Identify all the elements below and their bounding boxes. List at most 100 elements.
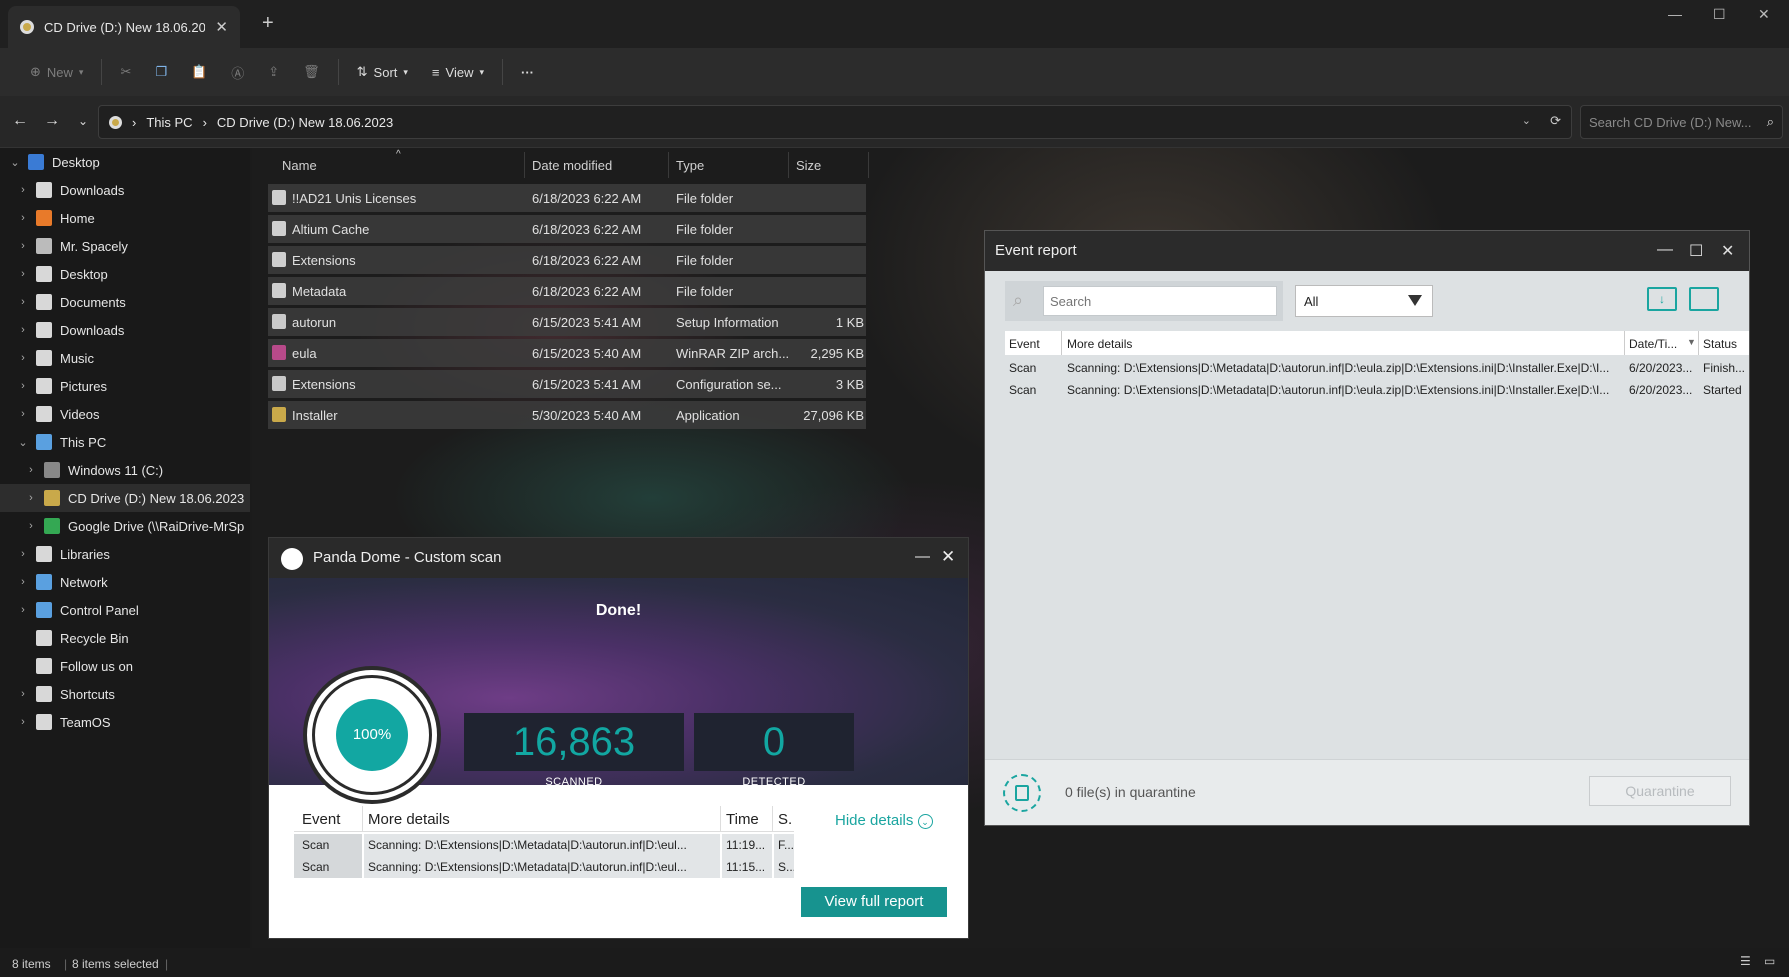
- new-button[interactable]: ⊕ New ▾: [18, 55, 95, 89]
- sidebar-item[interactable]: › Documents: [0, 288, 250, 316]
- column-divider[interactable]: [788, 152, 789, 178]
- col-time[interactable]: Time: [726, 811, 759, 828]
- column-type[interactable]: Type: [676, 158, 704, 173]
- expand-chevron-icon[interactable]: ›: [24, 492, 38, 504]
- expand-chevron-icon[interactable]: ›: [16, 380, 30, 392]
- col-date-time[interactable]: Date/Ti...: [1629, 337, 1677, 351]
- expand-chevron-icon[interactable]: ›: [16, 184, 30, 196]
- column-divider[interactable]: [668, 152, 669, 178]
- file-row[interactable]: Installer 5/30/2023 5:40 AM Application 27,…: [268, 401, 866, 429]
- file-row[interactable]: Metadata 6/18/2023 6:22 AM File folder: [268, 277, 866, 305]
- sidebar-item[interactable]: › Home: [0, 204, 250, 232]
- quarantine-button[interactable]: Quarantine: [1589, 776, 1731, 806]
- expand-chevron-icon[interactable]: ›: [16, 688, 30, 700]
- sidebar-item[interactable]: › Google Drive (\\RaiDrive-MrSp: [0, 512, 250, 540]
- print-icon[interactable]: [1689, 287, 1719, 311]
- expand-chevron-icon[interactable]: ›: [24, 464, 38, 476]
- event-filter-select[interactable]: All: [1295, 285, 1433, 317]
- column-divider[interactable]: [524, 152, 525, 178]
- col-event[interactable]: Event: [1009, 337, 1040, 351]
- expand-chevron-icon[interactable]: ›: [16, 576, 30, 588]
- more-options-button[interactable]: ···: [509, 55, 546, 89]
- address-bar[interactable]: › This PC › CD Drive (D:) New 18.06.2023…: [98, 105, 1572, 139]
- column-date-modified[interactable]: Date modified: [532, 158, 612, 173]
- forward-arrow-icon[interactable]: →: [44, 112, 60, 130]
- close-window-icon[interactable]: ✕: [1758, 6, 1770, 23]
- file-row[interactable]: !!AD21 Unis Licenses 6/18/2023 6:22 AM Fil…: [268, 184, 866, 212]
- copy-button[interactable]: ❐: [143, 55, 179, 89]
- expand-chevron-icon[interactable]: ›: [16, 240, 30, 252]
- maximize-icon[interactable]: ☐: [1713, 6, 1726, 23]
- address-dropdown-icon[interactable]: ⌄: [1522, 114, 1531, 127]
- expand-chevron-icon[interactable]: ›: [16, 548, 30, 560]
- col-more-details[interactable]: More details: [1067, 337, 1132, 351]
- recent-chevron-icon[interactable]: ⌄: [78, 114, 88, 128]
- delete-button[interactable]: 🗑: [291, 55, 332, 89]
- col-status[interactable]: S.: [778, 811, 792, 828]
- file-row[interactable]: Extensions 6/15/2023 5:41 AM Configuration…: [268, 370, 866, 398]
- close-tab-icon[interactable]: ✕: [215, 18, 228, 36]
- sidebar-item[interactable]: › Pictures: [0, 372, 250, 400]
- share-button[interactable]: ⇪: [256, 55, 291, 89]
- details-view-icon[interactable]: ☰: [1740, 954, 1751, 968]
- sidebar-item[interactable]: › CD Drive (D:) New 18.06.2023: [0, 484, 250, 512]
- sidebar-item[interactable]: › Windows 11 (C:): [0, 456, 250, 484]
- event-search-input[interactable]: [1043, 286, 1277, 316]
- expand-chevron-icon[interactable]: ›: [16, 408, 30, 420]
- sort-button[interactable]: ⇅ Sort ▾: [345, 55, 420, 89]
- sidebar-item[interactable]: › Videos: [0, 400, 250, 428]
- panda-event-row[interactable]: Scan Scanning: D:\Extensions|D:\Metadata|…: [294, 856, 794, 878]
- col-event[interactable]: Event: [302, 811, 340, 828]
- expand-chevron-icon[interactable]: ›: [16, 268, 30, 280]
- sidebar-item[interactable]: › Downloads: [0, 316, 250, 344]
- sidebar-item[interactable]: › TeamOS: [0, 708, 250, 736]
- view-full-report-button[interactable]: View full report: [801, 887, 947, 917]
- sidebar-item[interactable]: › Music: [0, 344, 250, 372]
- paste-button[interactable]: 📋: [179, 55, 219, 89]
- sidebar-item[interactable]: › Control Panel: [0, 596, 250, 624]
- close-icon[interactable]: ✕: [1721, 241, 1734, 261]
- sidebar-item[interactable]: ⌄ This PC: [0, 428, 250, 456]
- event-row[interactable]: Scan Scanning: D:\Extensions|D:\Metadata|…: [1005, 357, 1749, 379]
- column-size[interactable]: Size: [796, 158, 821, 173]
- col-more-details[interactable]: More details: [368, 811, 450, 828]
- expand-chevron-icon[interactable]: ›: [16, 352, 30, 364]
- file-row[interactable]: autorun 6/15/2023 5:41 AM Setup Informatio…: [268, 308, 866, 336]
- rename-button[interactable]: Ⓐ: [219, 55, 256, 89]
- breadcrumb-this-pc[interactable]: This PC: [146, 115, 192, 130]
- sidebar-item[interactable]: Recycle Bin: [0, 624, 250, 652]
- sidebar-item[interactable]: › Shortcuts: [0, 680, 250, 708]
- minimize-icon[interactable]: —: [1657, 241, 1673, 259]
- search-box[interactable]: Search CD Drive (D:) New... ⌕: [1580, 105, 1783, 139]
- search-input[interactable]: Search CD Drive (D:) New...: [1589, 115, 1752, 130]
- minimize-icon[interactable]: —: [915, 548, 930, 565]
- file-row[interactable]: eula 6/15/2023 5:40 AM WinRAR ZIP arch... 2…: [268, 339, 866, 367]
- expand-chevron-icon[interactable]: ⌄: [16, 436, 30, 449]
- export-folder-icon[interactable]: ↓: [1647, 287, 1677, 311]
- refresh-icon[interactable]: ⟳: [1550, 113, 1561, 129]
- expand-chevron-icon[interactable]: ›: [16, 212, 30, 224]
- sidebar-item[interactable]: › Downloads: [0, 176, 250, 204]
- sidebar-item[interactable]: › Desktop: [0, 260, 250, 288]
- expand-chevron-icon[interactable]: ›: [16, 296, 30, 308]
- tiles-view-icon[interactable]: ▭: [1764, 954, 1775, 968]
- explorer-tab[interactable]: CD Drive (D:) New 18.06.20 ✕: [8, 6, 240, 48]
- expand-chevron-icon[interactable]: ›: [16, 604, 30, 616]
- back-arrow-icon[interactable]: ←: [12, 112, 28, 130]
- minimize-icon[interactable]: —: [1668, 6, 1682, 22]
- hide-details-link[interactable]: Hide details ⌄: [835, 812, 933, 829]
- sidebar-item[interactable]: ⌄ Desktop: [0, 148, 250, 176]
- sidebar-item[interactable]: › Mr. Spacely: [0, 232, 250, 260]
- col-status[interactable]: Status: [1703, 337, 1737, 351]
- expand-chevron-icon[interactable]: ⌄: [8, 156, 22, 169]
- expand-chevron-icon[interactable]: ›: [16, 324, 30, 336]
- close-icon[interactable]: ✕: [941, 547, 955, 567]
- cut-button[interactable]: ✂: [108, 55, 143, 89]
- expand-chevron-icon[interactable]: ›: [16, 716, 30, 728]
- panda-event-row[interactable]: Scan Scanning: D:\Extensions|D:\Metadata|…: [294, 834, 794, 856]
- sidebar-item[interactable]: › Libraries: [0, 540, 250, 568]
- new-tab-button[interactable]: +: [262, 12, 274, 35]
- breadcrumb-cd-drive[interactable]: CD Drive (D:) New 18.06.2023: [217, 115, 393, 130]
- event-row[interactable]: Scan Scanning: D:\Extensions|D:\Metadata|…: [1005, 379, 1749, 401]
- column-name[interactable]: Name: [282, 158, 317, 173]
